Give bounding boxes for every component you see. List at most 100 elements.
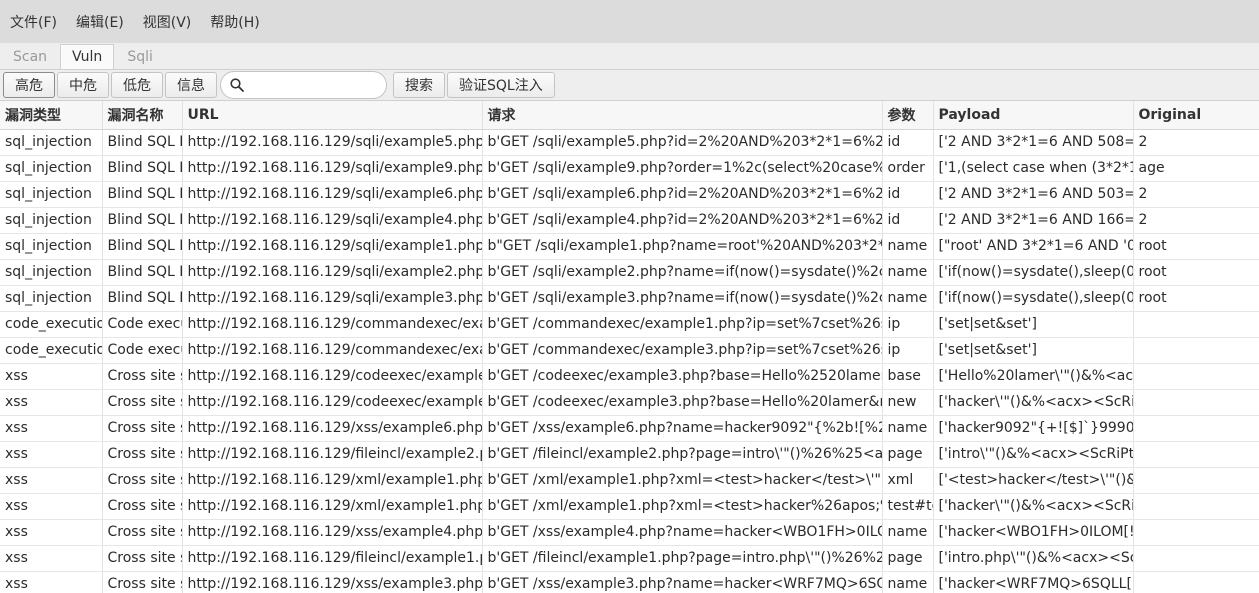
cell-payload: ['<test>hacker</test>\'"()&% [933,467,1134,494]
verify-sql-injection-button[interactable]: 验证SQL注入 [447,72,555,98]
column-header-vuln-name[interactable]: 漏洞名称 [102,101,183,130]
table-row[interactable]: code_executio Code execu http://192.168.11… [0,311,1259,338]
cell-request: b'GET /xml/example1.php?xml=<test>hacker… [482,467,883,494]
cell-vuln-name: Cross site s [102,545,183,572]
column-header-url[interactable]: URL [182,101,483,130]
cell-payload: ['intro.php\'"()&%<acx><ScRi [933,545,1134,572]
cell-vuln-name: Cross site s [102,519,183,546]
cell-original [1133,519,1259,546]
cell-param: name [882,285,934,312]
cell-request: b'GET /fileincl/example1.php?page=intro.… [482,545,883,572]
table-row[interactable]: xss Cross site s http://192.168.116.129/fi… [0,545,1259,572]
cell-vuln-type: xss [0,519,103,546]
search-field[interactable] [220,71,387,99]
table-row[interactable]: xss Cross site s http://192.168.116.129/xm… [0,493,1259,520]
table-row[interactable]: sql_injection Blind SQL Ihttp://192.168.1… [0,181,1259,208]
cell-param: base [882,363,934,390]
column-header-request[interactable]: 请求 [482,101,883,130]
cell-param: name [882,415,934,442]
tab-scan[interactable]: Scan [1,44,59,69]
cell-request: b'GET /fileincl/example2.php?page=intro\… [482,441,883,468]
cell-vuln-name: Blind SQL I [102,233,183,260]
cell-vuln-type: xss [0,493,103,520]
cell-vuln-name: Blind SQL I [102,129,183,156]
cell-url: http://192.168.116.129/xss/example6.php [182,415,483,442]
cell-original [1133,389,1259,416]
cell-vuln-name: Cross site s [102,363,183,390]
cell-original: 2 [1133,129,1259,156]
cell-url: http://192.168.116.129/sqli/example3.php [182,285,483,312]
table-header-row: 漏洞类型 漏洞名称 URL 请求 参数 Payload Original [0,101,1259,130]
cell-param: ip [882,311,934,338]
cell-payload: ['hacker<WRF7MQ>6SQLL[! [933,571,1134,593]
column-header-original[interactable]: Original [1133,101,1259,130]
cell-original: root [1133,285,1259,312]
cell-request: b'GET /sqli/example2.php?name=if(now()=s… [482,259,883,286]
column-header-payload[interactable]: Payload [933,101,1134,130]
cell-request: b'GET /xml/example1.php?xml=<test>hacker… [482,493,883,520]
cell-url: http://192.168.116.129/fileincl/example1… [182,545,483,572]
filter-info-button[interactable]: 信息 [165,72,217,98]
menu-help[interactable]: 帮助(H) [200,12,268,32]
cell-vuln-name: Cross site s [102,441,183,468]
cell-original: 2 [1133,207,1259,234]
cell-url: http://192.168.116.129/sqli/example5.php [182,129,483,156]
cell-original: age [1133,155,1259,182]
table-row[interactable]: xss Cross site s http://192.168.116.129/xm… [0,467,1259,494]
cell-vuln-type: xss [0,571,103,593]
filter-low-button[interactable]: 低危 [111,72,163,98]
vuln-table-container[interactable]: 漏洞类型 漏洞名称 URL 请求 参数 Payload Original sql_injec… [0,100,1259,593]
table-row[interactable]: sql_injection Blind SQL Ihttp://192.168.1… [0,207,1259,234]
cell-original [1133,545,1259,572]
table-row[interactable]: sql_injection Blind SQL Ihttp://192.168.1… [0,233,1259,260]
cell-vuln-name: Blind SQL I [102,285,183,312]
table-row[interactable]: xss Cross site s http://192.168.116.129/fi… [0,441,1259,468]
tab-vuln[interactable]: Vuln [60,44,115,69]
cell-vuln-name: Blind SQL I [102,207,183,234]
cell-vuln-type: code_executio [0,337,103,364]
cell-param: name [882,519,934,546]
cell-payload: ['if(now()=sysdate(),sleep(0),0 [933,259,1134,286]
table-row[interactable]: sql_injection Blind SQL Ihttp://192.168.1… [0,285,1259,312]
column-header-param[interactable]: 参数 [882,101,934,130]
cell-vuln-type: sql_injection [0,155,103,182]
column-header-vuln-type[interactable]: 漏洞类型 [0,101,103,130]
search-input[interactable] [248,76,372,94]
cell-param: name [882,259,934,286]
cell-payload: ['1,(select case when (3*2*1=6 [933,155,1134,182]
cell-param: ip [882,337,934,364]
cell-url: http://192.168.116.129/xss/example3.php [182,571,483,593]
table-row[interactable]: xss Cross site s http://192.168.116.129/co… [0,389,1259,416]
menu-file[interactable]: 文件(F) [0,12,66,32]
table-row[interactable]: xss Cross site s http://192.168.116.129/xs… [0,571,1259,593]
menu-edit[interactable]: 编辑(E) [66,12,133,32]
cell-vuln-name: Cross site s [102,415,183,442]
tab-sqli[interactable]: Sqli [115,44,165,69]
cell-payload: ['hacker\'"()&%<acx><ScRiPt [933,389,1134,416]
table-row[interactable]: sql_injection Blind SQL Ihttp://192.168.1… [0,259,1259,286]
search-button[interactable]: 搜索 [393,72,445,98]
cell-payload: ['2 AND 3*2*1=6 AND 508=5 [933,129,1134,156]
cell-url: http://192.168.116.129/xml/example1.php [182,467,483,494]
table-row[interactable]: sql_injection Blind SQL Ihttp://192.168.1… [0,155,1259,182]
cell-url: http://192.168.116.129/xss/example4.php [182,519,483,546]
cell-original [1133,311,1259,338]
cell-request: b'GET /codeexec/example3.php?base=Hello%… [482,389,883,416]
table-row[interactable]: xss Cross site s http://192.168.116.129/co… [0,363,1259,390]
table-row[interactable]: sql_injection Blind SQL Ihttp://192.168.1… [0,129,1259,156]
filter-medium-button[interactable]: 中危 [57,72,109,98]
cell-request: b'GET /sqli/example6.php?id=2%20AND%203*… [482,181,883,208]
cell-vuln-type: sql_injection [0,285,103,312]
table-row[interactable]: xss Cross site s http://192.168.116.129/xs… [0,519,1259,546]
table-row[interactable]: xss Cross site s http://192.168.116.129/xs… [0,415,1259,442]
cell-param: page [882,441,934,468]
table-row[interactable]: code_executio Code execu http://192.168.11… [0,337,1259,364]
cell-vuln-name: Blind SQL I [102,155,183,182]
filter-high-button[interactable]: 高危 [3,72,55,98]
cell-url: http://192.168.116.129/sqli/example9.php [182,155,483,182]
cell-original [1133,571,1259,593]
cell-vuln-name: Code execu [102,311,183,338]
menu-view[interactable]: 视图(V) [133,12,201,32]
cell-payload: ['2 AND 3*2*1=6 AND 166=1 [933,207,1134,234]
cell-param: new [882,389,934,416]
